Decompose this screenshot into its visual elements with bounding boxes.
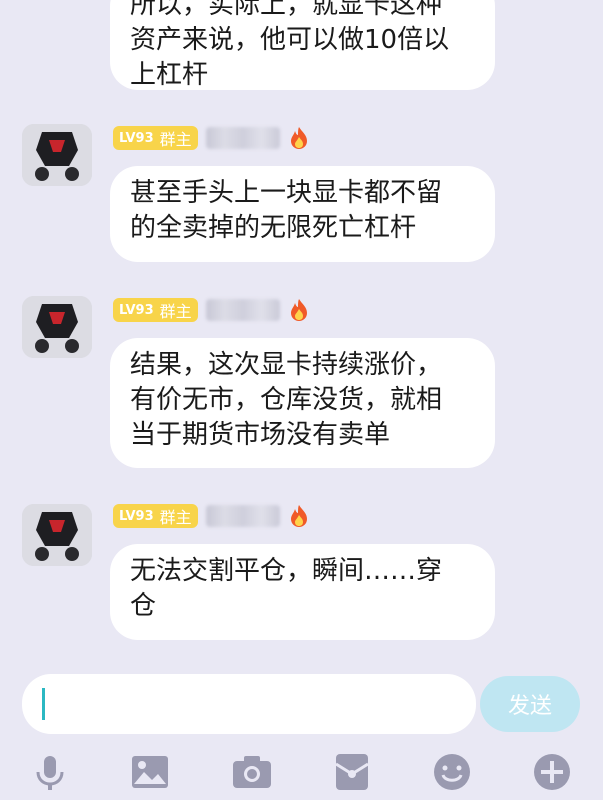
flame-icon — [290, 127, 307, 149]
red-packet-icon[interactable] — [330, 750, 374, 794]
flame-icon — [290, 505, 307, 527]
role-label: 群主 — [159, 302, 192, 321]
camera-icon[interactable] — [230, 750, 274, 794]
level-badge: LV93 群主 — [113, 298, 198, 322]
role-label: 群主 — [159, 130, 192, 149]
flame-icon — [290, 299, 307, 321]
sender-info: LV93 群主 — [113, 297, 310, 323]
level-label: LV93 — [119, 130, 154, 146]
avatar[interactable] — [22, 124, 92, 186]
image-icon[interactable] — [128, 750, 172, 794]
sender-name-blurred — [205, 505, 280, 527]
message-bubble[interactable]: 所以，实际上，就显卡这种 资产来说，他可以做10倍以 上杠杆 — [110, 0, 495, 90]
sender-info: LV93 群主 — [113, 503, 310, 529]
level-label: LV93 — [119, 508, 154, 524]
level-label: LV93 — [119, 302, 154, 318]
message-input[interactable] — [22, 674, 476, 734]
input-toolbar — [0, 742, 603, 800]
avatar[interactable] — [22, 504, 92, 566]
text-caret — [42, 688, 45, 720]
input-bar: 发送 — [0, 662, 603, 800]
message-bubble[interactable]: 结果，这次显卡持续涨价， 有价无市，仓库没货，就相 当于期货市场没有卖单 — [110, 338, 495, 468]
sender-name-blurred — [205, 127, 280, 149]
role-label: 群主 — [159, 508, 192, 527]
sender-name-blurred — [205, 299, 280, 321]
emoji-icon[interactable] — [430, 750, 474, 794]
message-bubble[interactable]: 无法交割平仓，瞬间……穿 仓 — [110, 544, 495, 640]
avatar[interactable] — [22, 296, 92, 358]
microphone-icon[interactable] — [28, 750, 72, 794]
level-badge: LV93 群主 — [113, 504, 198, 528]
send-button[interactable]: 发送 — [480, 676, 580, 732]
plus-icon[interactable] — [530, 750, 574, 794]
chat-message-list[interactable]: 所以，实际上，就显卡这种 资产来说，他可以做10倍以 上杠杆 LV93 群主 甚… — [0, 0, 603, 662]
level-badge: LV93 群主 — [113, 126, 198, 150]
message-bubble[interactable]: 甚至手头上一块显卡都不留 的全卖掉的无限死亡杠杆 — [110, 166, 495, 262]
sender-info: LV93 群主 — [113, 125, 310, 151]
